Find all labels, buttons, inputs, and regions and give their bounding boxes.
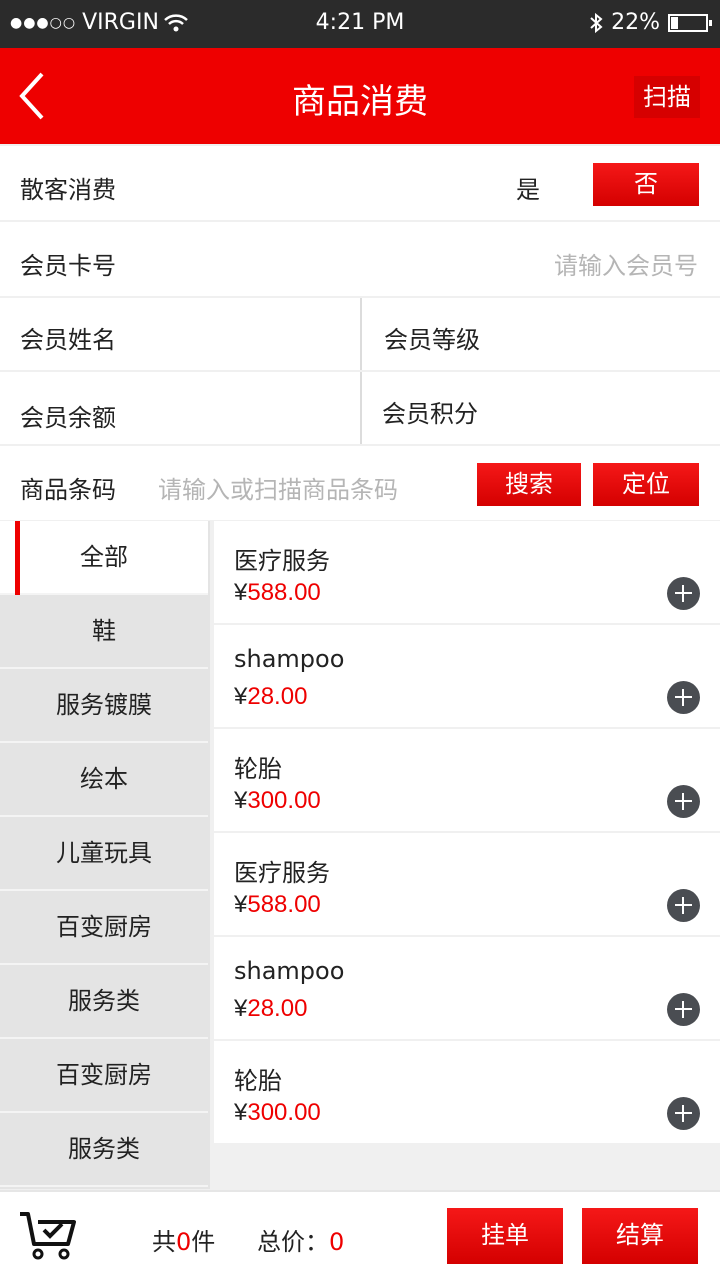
walkin-row: 散客消费 是 否 bbox=[0, 146, 720, 220]
product-name: 轮胎 bbox=[234, 1067, 282, 1095]
scan-button[interactable]: 扫描 bbox=[634, 76, 700, 118]
member-name-label: 会员姓名 bbox=[20, 326, 116, 354]
category-item[interactable]: 儿童玩具 bbox=[0, 817, 208, 891]
product-price: ¥588.00 bbox=[234, 891, 321, 918]
item-count: 共0件 bbox=[152, 1228, 216, 1256]
category-label: 儿童玩具 bbox=[56, 839, 152, 867]
product-price: ¥300.00 bbox=[234, 1099, 321, 1126]
category-label: 鞋 bbox=[92, 617, 116, 645]
status-bar: ●●●○○ VIRGIN 4:21 PM 22% bbox=[0, 0, 720, 48]
add-circle-icon[interactable] bbox=[667, 681, 700, 714]
walkin-no-button[interactable]: 否 bbox=[593, 163, 699, 206]
total-price: 总价：0 bbox=[257, 1228, 345, 1256]
category-label: 服务类 bbox=[68, 1135, 140, 1163]
member-balance-points-row: 会员余额 会员积分 bbox=[0, 372, 720, 444]
add-circle-icon[interactable] bbox=[667, 1097, 700, 1130]
member-card-input[interactable]: 请输入会员号 bbox=[554, 246, 698, 281]
nav-bar: 商品消费 扫描 bbox=[0, 48, 720, 144]
category-item[interactable]: 百变厨房 bbox=[0, 891, 208, 965]
category-item[interactable]: 全部 bbox=[0, 521, 208, 595]
status-right: 22% bbox=[589, 10, 712, 35]
search-button[interactable]: 搜索 bbox=[477, 463, 581, 506]
member-points-label: 会员积分 bbox=[382, 400, 478, 428]
barcode-label: 商品条码 bbox=[20, 476, 116, 504]
product-price: ¥28.00 bbox=[234, 995, 308, 1022]
category-label: 百变厨房 bbox=[56, 913, 152, 941]
category-label: 服务镀膜 bbox=[56, 691, 152, 719]
active-indicator bbox=[15, 521, 20, 595]
product-price: ¥588.00 bbox=[234, 579, 321, 606]
locate-button[interactable]: 定位 bbox=[593, 463, 699, 506]
walkin-yes-option[interactable]: 是 bbox=[516, 170, 540, 205]
battery-percent: 22% bbox=[611, 10, 660, 35]
category-label: 服务类 bbox=[68, 987, 140, 1015]
bluetooth-icon bbox=[590, 12, 603, 33]
product-name: 轮胎 bbox=[234, 755, 282, 783]
category-item[interactable]: 鞋 bbox=[0, 595, 208, 669]
product-item[interactable]: 轮胎 ¥300.00 bbox=[214, 1041, 720, 1143]
member-balance-label: 会员余额 bbox=[20, 404, 116, 432]
battery-fill bbox=[671, 16, 678, 29]
divider bbox=[360, 298, 362, 370]
checkout-button[interactable]: 结算 bbox=[582, 1208, 698, 1264]
add-circle-icon[interactable] bbox=[667, 889, 700, 922]
product-item[interactable]: 医疗服务 ¥588.00 bbox=[214, 521, 720, 623]
walkin-label: 散客消费 bbox=[20, 176, 116, 204]
battery-icon bbox=[668, 13, 712, 32]
category-item[interactable]: 绘本 bbox=[0, 743, 208, 817]
category-label: 绘本 bbox=[80, 765, 128, 793]
add-circle-icon[interactable] bbox=[667, 993, 700, 1026]
product-price: ¥28.00 bbox=[234, 683, 308, 710]
product-item[interactable]: 轮胎 ¥300.00 bbox=[214, 729, 720, 831]
category-label: 全部 bbox=[80, 543, 128, 571]
product-name: shampoo bbox=[234, 645, 345, 673]
bottom-bar: 共0件 总价：0 挂单 结算 bbox=[0, 1190, 720, 1280]
category-sidebar: 全部 鞋 服务镀膜 绘本 儿童玩具 百变厨房 服务类 百变厨房 服务类 bbox=[0, 521, 210, 1189]
product-price: ¥300.00 bbox=[234, 787, 321, 814]
member-card-row: 会员卡号 请输入会员号 bbox=[0, 222, 720, 296]
divider bbox=[360, 372, 362, 444]
product-item[interactable]: shampoo ¥28.00 bbox=[214, 625, 720, 727]
product-item[interactable]: 医疗服务 ¥588.00 bbox=[214, 833, 720, 935]
category-label: 百变厨房 bbox=[56, 1061, 152, 1089]
product-name: shampoo bbox=[234, 957, 345, 985]
member-card-label: 会员卡号 bbox=[20, 252, 116, 280]
member-name-level-row: 会员姓名 会员等级 bbox=[0, 298, 720, 370]
product-name: 医疗服务 bbox=[234, 859, 330, 887]
product-list: 医疗服务 ¥588.00 shampoo ¥28.00 轮胎 ¥300.00 医… bbox=[214, 521, 720, 1145]
category-item[interactable]: 百变厨房 bbox=[0, 1039, 208, 1113]
category-item[interactable]: 服务类 bbox=[0, 1113, 208, 1187]
member-level-label: 会员等级 bbox=[384, 326, 480, 354]
category-item[interactable]: 服务镀膜 bbox=[0, 669, 208, 743]
cart-icon[interactable] bbox=[18, 1210, 78, 1262]
hold-order-button[interactable]: 挂单 bbox=[447, 1208, 563, 1264]
product-name: 医疗服务 bbox=[234, 547, 330, 575]
product-item[interactable]: shampoo ¥28.00 bbox=[214, 937, 720, 1039]
add-circle-icon[interactable] bbox=[667, 577, 700, 610]
page-title: 商品消费 bbox=[292, 83, 428, 121]
add-circle-icon[interactable] bbox=[667, 785, 700, 818]
category-item[interactable]: 服务类 bbox=[0, 965, 208, 1039]
barcode-input[interactable]: 请输入或扫描商品条码 bbox=[158, 470, 398, 505]
barcode-row: 商品条码 请输入或扫描商品条码 搜索 定位 bbox=[0, 446, 720, 520]
